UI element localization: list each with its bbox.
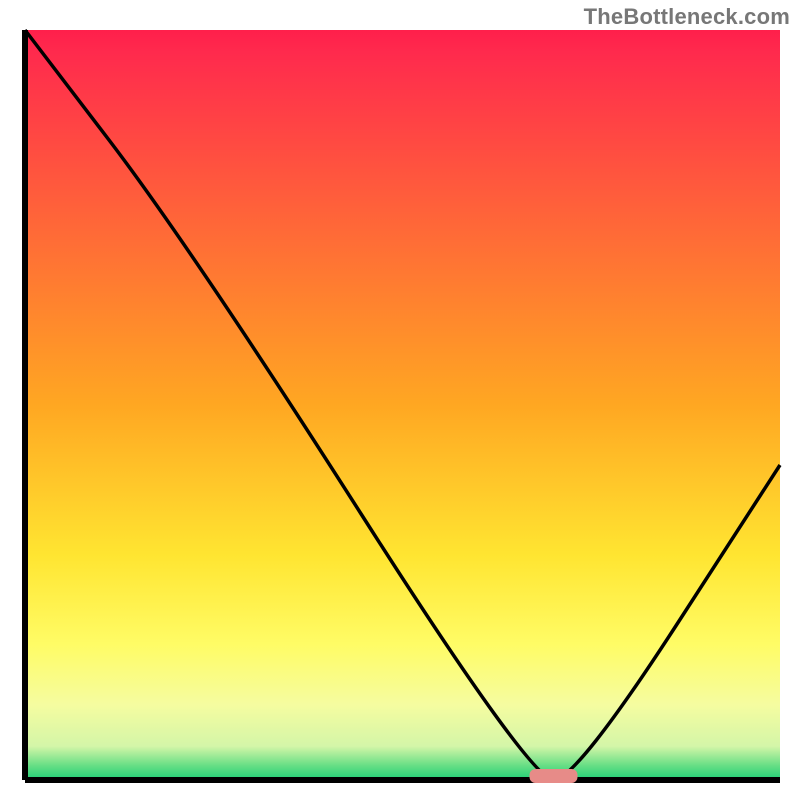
plot-background	[25, 30, 780, 780]
optimal-marker	[530, 769, 578, 783]
bottleneck-chart: TheBottleneck.com	[0, 0, 800, 800]
chart-svg	[0, 0, 800, 800]
watermark-text: TheBottleneck.com	[584, 4, 790, 30]
